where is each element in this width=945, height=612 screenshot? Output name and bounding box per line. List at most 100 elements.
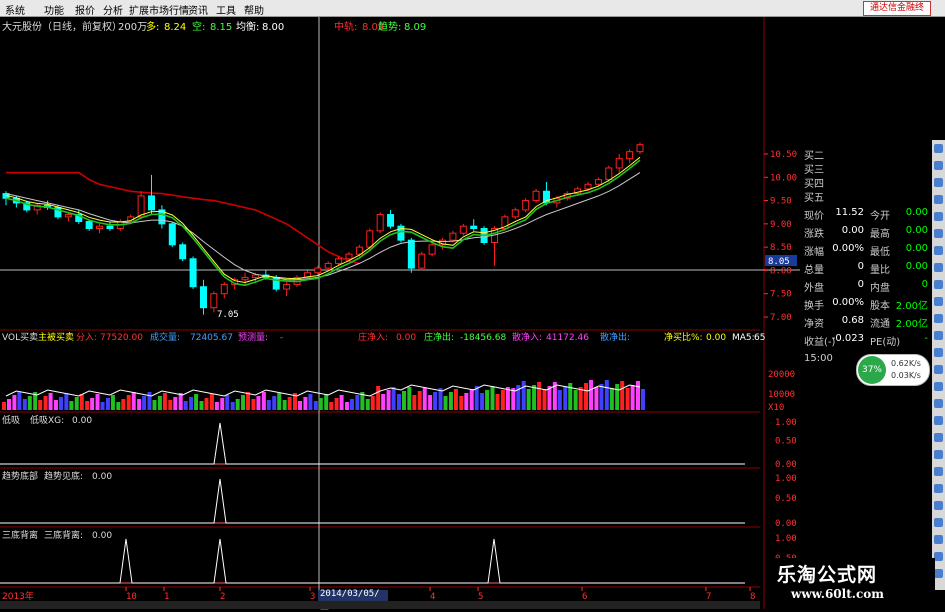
menu-system[interactable]: 系统 — [5, 2, 25, 17]
signal-axis-label: 0.50 — [775, 494, 797, 504]
menu-info[interactable]: 资讯 — [188, 2, 208, 17]
volume-bar — [407, 387, 412, 410]
candle-body — [470, 225, 478, 230]
toolbar-icon[interactable] — [934, 246, 943, 255]
broker-ad-button[interactable]: 通达信金融终 — [863, 1, 931, 16]
toolbar-icon[interactable] — [934, 552, 943, 561]
price-axis-label: 9.50 — [770, 197, 792, 207]
toolbar-icon[interactable] — [934, 144, 943, 153]
toolbar-icon[interactable] — [934, 450, 943, 459]
sanjing-label: 散净入: — [512, 331, 542, 343]
volume-bar — [625, 388, 630, 410]
quote-row: 收益(-) -0.023 PE(动) - — [802, 333, 930, 348]
toolbar-icon[interactable] — [934, 467, 943, 476]
quote-label: 外盘 — [804, 283, 824, 294]
toolbar-icon[interactable] — [934, 416, 943, 425]
toolbar-icon[interactable] — [934, 212, 943, 221]
menu-quote[interactable]: 报价 — [75, 2, 95, 17]
quote-label: 净资 — [804, 319, 824, 330]
quote-label: 总量 — [804, 265, 824, 276]
signal-line — [0, 478, 745, 524]
volume-bar — [168, 400, 173, 410]
volume-bar — [142, 396, 147, 410]
quote-row: 换手 0.00% 股本 2.00亿 — [802, 297, 930, 312]
yuce-value: - — [280, 333, 283, 343]
volume-bar — [313, 401, 318, 410]
candle-body — [148, 195, 156, 211]
volume-bar — [578, 387, 583, 410]
quote-value-2: 0 — [921, 279, 928, 290]
volume-bar — [391, 387, 396, 410]
volume-bar — [282, 400, 287, 410]
toolbar-icon[interactable] — [934, 280, 943, 289]
volume-bar — [344, 402, 349, 410]
toolbar-icon[interactable] — [934, 501, 943, 510]
volume-bar — [74, 397, 79, 410]
jingmai-label: 净买比%: — [664, 331, 703, 343]
menu-function[interactable]: 功能 — [44, 2, 64, 17]
toolbar-icon[interactable] — [934, 229, 943, 238]
kline-chart[interactable]: 大元股份（日线，前复权） 200万 多: 8.24 空: 8.15 均衡: 8.… — [0, 17, 800, 609]
toolbar-icon[interactable] — [934, 331, 943, 340]
volume-bar — [27, 396, 32, 410]
menu-ext-market[interactable]: 扩展市场行情 — [129, 2, 189, 17]
toolbar-icon[interactable] — [934, 195, 943, 204]
signal-axis-label: 1.00 — [775, 474, 797, 484]
volume-bar — [557, 390, 562, 410]
price-axis-label: 8.50 — [770, 243, 792, 253]
toolbar-icon[interactable] — [934, 399, 943, 408]
volume-bar — [173, 397, 178, 410]
toolbar-icon[interactable] — [934, 382, 943, 391]
panel1-title: 低吸 — [2, 414, 20, 426]
volume-bar — [318, 398, 323, 410]
volume-bar — [500, 390, 505, 410]
bottom-tabs[interactable] — [0, 601, 760, 609]
toolbar-icon[interactable] — [934, 297, 943, 306]
toolbar-icon[interactable] — [934, 161, 943, 170]
zhongshu-label: 中轨: — [334, 20, 357, 33]
network-gauge[interactable]: 37% 0.62K/s 0.03K/s — [856, 354, 930, 386]
volume-bar — [448, 392, 453, 410]
toolbar-icon[interactable] — [934, 569, 943, 578]
panel1-value: 0.00 — [72, 416, 92, 426]
quote-row: 现价 11.52 今开 0.00 — [802, 207, 930, 222]
toolbar-icon[interactable] — [934, 433, 943, 442]
quote-row: 净资 0.68 流通 2.00亿 — [802, 315, 930, 330]
volume-bar — [241, 395, 246, 410]
volume-bar — [266, 400, 271, 410]
volume-bar — [339, 395, 344, 410]
menu-help[interactable]: 帮助 — [244, 2, 264, 17]
junheng-label: 均衡: — [236, 21, 259, 33]
price-axis-label: 10.00 — [770, 173, 797, 183]
toolbar-icon[interactable] — [934, 535, 943, 544]
volume-bar — [521, 381, 526, 410]
toolbar-icon[interactable] — [934, 365, 943, 374]
volume-bar — [64, 393, 69, 410]
toolbar-icon[interactable] — [934, 314, 943, 323]
toolbar-icon[interactable] — [934, 348, 943, 357]
volume-bar — [261, 392, 266, 410]
candle-body — [594, 179, 602, 185]
quote-label-2: 今开 — [870, 211, 890, 222]
candle-body — [584, 183, 592, 190]
toolbar-icon[interactable] — [934, 178, 943, 187]
candle-body — [428, 244, 436, 255]
volume-panel — [2, 380, 645, 410]
toolbar-icon[interactable] — [934, 484, 943, 493]
price-axis-label: 10.50 — [770, 150, 797, 160]
zhujing-value: 0.00 — [396, 333, 416, 343]
toolbar-icon[interactable] — [934, 518, 943, 527]
toolbar-icon[interactable] — [934, 263, 943, 272]
volume-bar — [85, 401, 90, 410]
volume-bar — [110, 395, 115, 410]
candle-body — [179, 244, 187, 260]
watermark-url: www.60lt.com — [791, 587, 884, 601]
volume-bar — [636, 381, 640, 410]
menu-tools[interactable]: 工具 — [216, 2, 236, 17]
volume-bar — [204, 398, 209, 410]
gauge-download: 0.03K/s — [891, 371, 921, 380]
candle-body — [605, 167, 613, 181]
volume-bar — [183, 401, 188, 410]
menu-analysis[interactable]: 分析 — [103, 2, 123, 17]
watermark-title: 乐淘公式网 — [777, 564, 878, 586]
